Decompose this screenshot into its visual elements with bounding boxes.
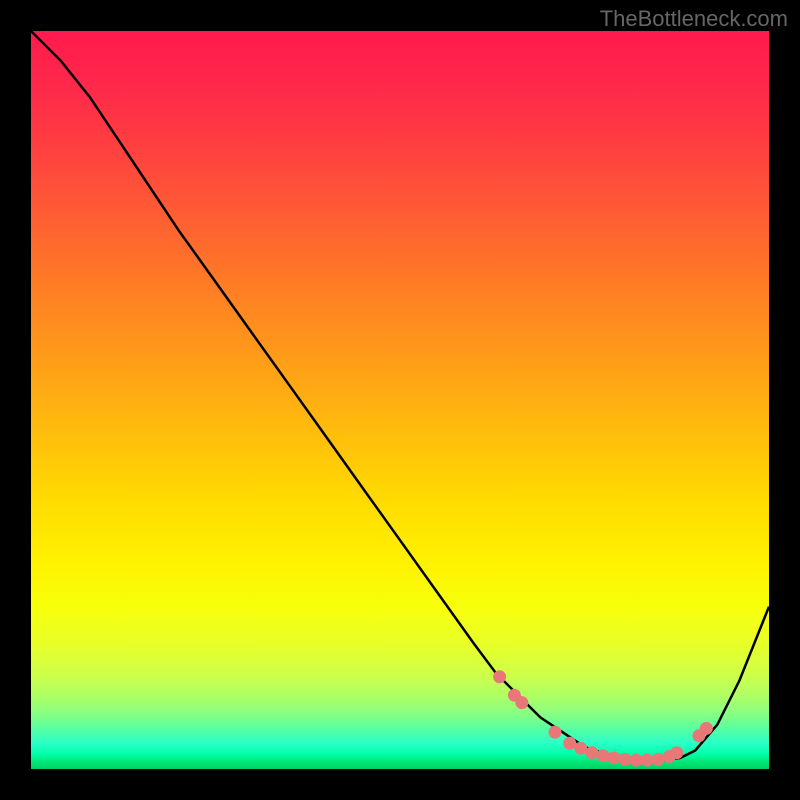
- highlight-dot: [574, 742, 587, 755]
- highlight-dot: [563, 737, 576, 750]
- highlight-dot: [670, 746, 683, 759]
- highlight-dots: [493, 670, 713, 766]
- highlight-dot: [597, 749, 610, 762]
- highlight-dot: [608, 751, 621, 764]
- highlight-dot: [549, 726, 562, 739]
- highlight-dot: [700, 722, 713, 735]
- highlight-dot: [585, 746, 598, 759]
- highlight-dot: [641, 754, 654, 767]
- highlight-dot: [652, 753, 665, 766]
- chart-area: [31, 31, 769, 769]
- highlight-dot: [493, 670, 506, 683]
- highlight-dot: [619, 753, 632, 766]
- watermark-text: TheBottleneck.com: [600, 6, 788, 32]
- highlight-dot: [515, 696, 528, 709]
- bottleneck-curve: [31, 31, 769, 760]
- chart-svg: [31, 31, 769, 769]
